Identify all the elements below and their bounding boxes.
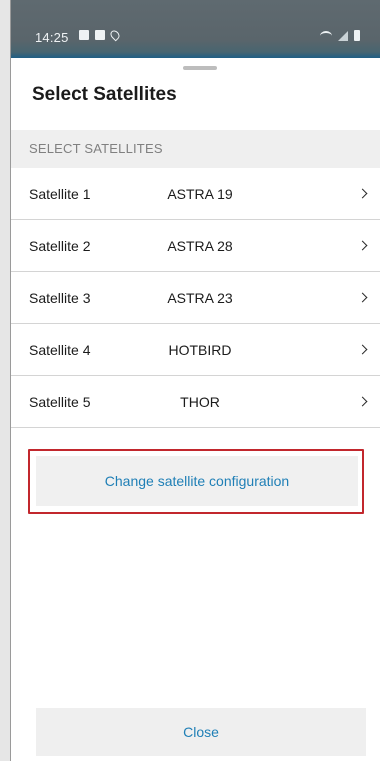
chevron-right-icon (357, 292, 368, 303)
section-header: SELECT SATELLITES (11, 130, 380, 168)
status-bar: 14:25 (11, 0, 380, 58)
wifi-icon (320, 31, 332, 41)
chevron-right-icon (357, 344, 368, 355)
satellite-row-5[interactable]: Satellite 5 THOR (11, 376, 380, 428)
status-time: 14:25 (35, 30, 69, 45)
satellite-value: THOR (180, 394, 220, 410)
phone-screen: 14:25 Select Satellites SELECT SATELLITE… (10, 0, 380, 761)
satellite-label: Satellite 4 (29, 342, 91, 358)
satellite-value: ASTRA 23 (167, 290, 233, 306)
satellite-row-1[interactable]: Satellite 1 ASTRA 19 (11, 168, 380, 220)
close-button[interactable]: Close (36, 708, 366, 756)
satellite-value: ASTRA 28 (167, 238, 233, 254)
satellite-list: Satellite 1 ASTRA 19 Satellite 2 ASTRA 2… (11, 168, 380, 428)
satellite-value: HOTBIRD (168, 342, 232, 358)
location-icon (108, 28, 122, 42)
chevron-right-icon (357, 240, 368, 251)
satellite-label: Satellite 1 (29, 186, 91, 202)
chevron-right-icon (357, 188, 368, 199)
satellite-row-4[interactable]: Satellite 4 HOTBIRD (11, 324, 380, 376)
status-notification-icons (79, 28, 122, 42)
signal-icon (338, 31, 348, 41)
satellite-row-2[interactable]: Satellite 2 ASTRA 28 (11, 220, 380, 272)
satellite-row-3[interactable]: Satellite 3 ASTRA 23 (11, 272, 380, 324)
gallery-icon (79, 30, 89, 40)
satellite-label: Satellite 2 (29, 238, 91, 254)
sheet-title: Select Satellites (32, 84, 177, 105)
satellite-value: ASTRA 19 (167, 186, 233, 202)
satellite-label: Satellite 3 (29, 290, 91, 306)
satellite-label: Satellite 5 (29, 394, 91, 410)
battery-icon (354, 30, 360, 41)
change-satellite-configuration-button[interactable]: Change satellite configuration (36, 456, 358, 506)
status-system-icons (320, 30, 360, 41)
app-icon (95, 30, 105, 40)
chevron-right-icon (357, 396, 368, 407)
bottom-sheet: Select Satellites SELECT SATELLITES Sate… (11, 58, 380, 761)
drag-handle[interactable] (183, 66, 217, 70)
